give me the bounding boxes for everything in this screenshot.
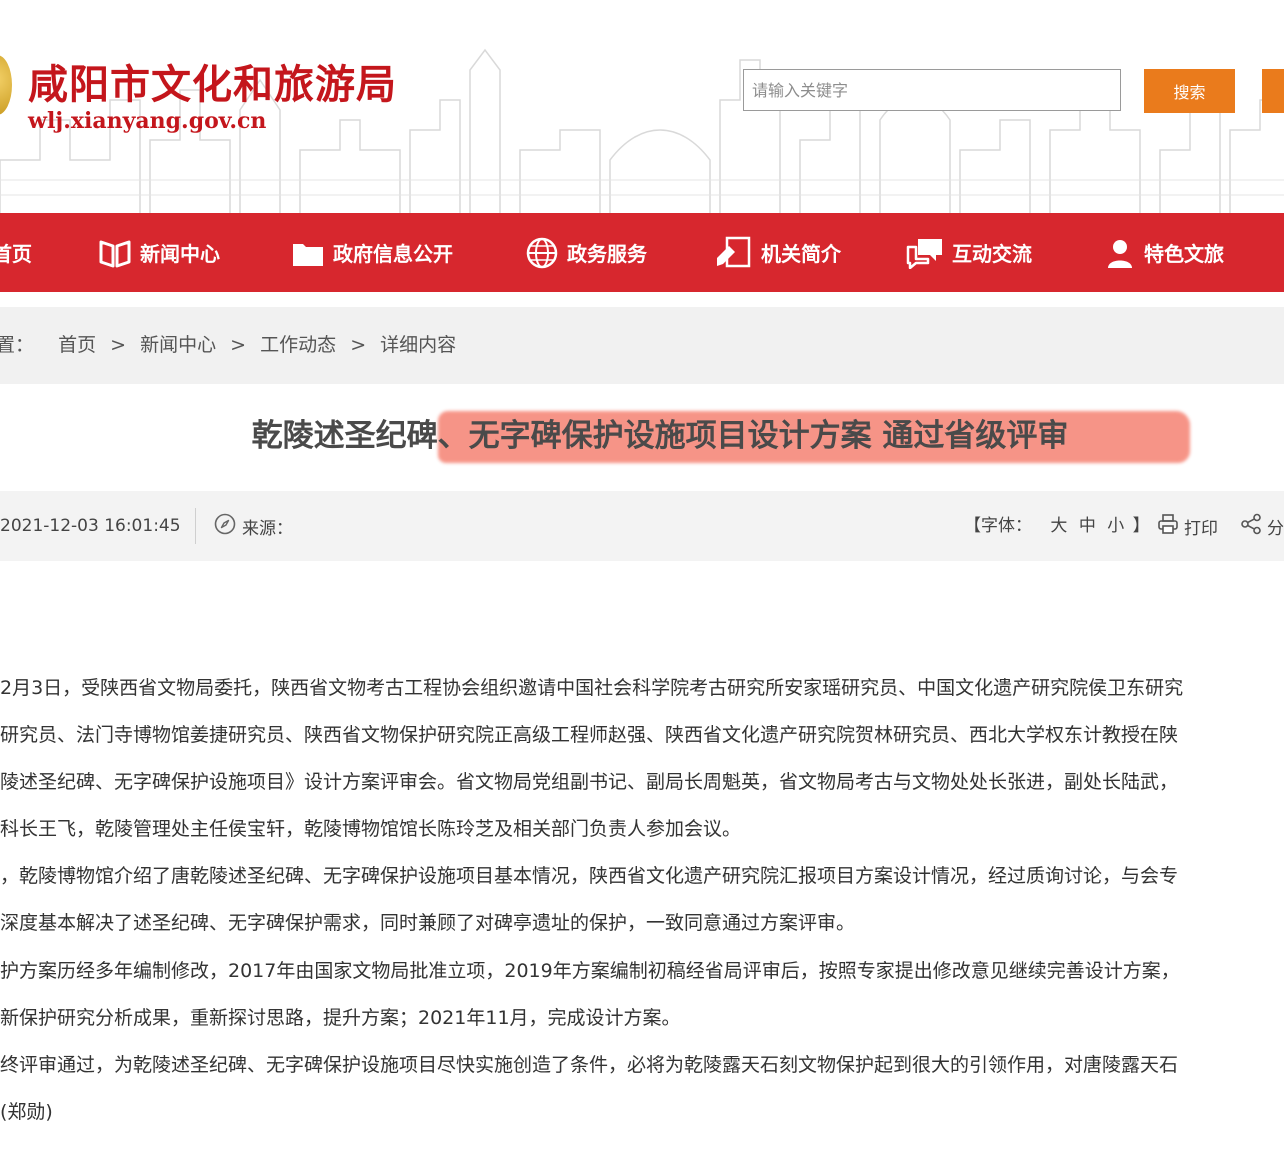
breadcrumb-separator: > [350,334,367,356]
nav-item-interaction[interactable]: 互动交流 [906,213,1032,292]
font-size-control: 【字体： 大 中 小 】 [964,491,1150,561]
folder-icon [291,238,325,268]
article-paragraph-line: 陵述圣纪碑、无字碑保护设施项目》设计方案评审会。省文物局党组副书记、副局长周魁英… [0,771,1179,793]
globe-icon [525,236,559,270]
article-paragraph-line: 科长王飞，乾陵管理处主任侯宝轩，乾陵博物馆馆长陈玲芝及相关部门负责人参加会议。 [0,818,742,840]
font-size-medium[interactable]: 中 [1079,516,1096,536]
search-input[interactable] [743,69,1121,111]
breadcrumb-separator: > [230,334,247,356]
search-button[interactable]: 搜索 [1144,69,1235,113]
article-paragraph-line: ，乾陵博物馆介绍了唐乾陵述圣纪碑、无字碑保护设施项目基本情况，陕西省文化遗产研究… [0,865,1179,887]
breadcrumb: 置： 首页 > 新闻中心 > 工作动态 > 详细内容 [0,307,456,384]
meta-divider [195,508,196,544]
site-url: wlj.xianyang.gov.cn [28,108,267,134]
nav-item-label: 政府信息公开 [333,242,453,266]
article-author: (郑勋) [0,1101,53,1123]
breadcrumb-home[interactable]: 首页 [58,334,96,356]
breadcrumb-prefix: 置： [0,334,35,356]
publish-datetime: 2021-12-03 16:01:45 [0,516,181,536]
font-size-close: 】 [1132,516,1150,536]
breadcrumb-news[interactable]: 新闻中心 [140,334,216,356]
person-icon [1104,237,1136,269]
advanced-search-button[interactable] [1262,69,1284,113]
document-pen-icon [715,236,753,270]
nav-item-label: 政务服务 [567,242,647,266]
nav-item-label: 首页 [0,242,32,266]
font-size-large[interactable]: 大 [1050,516,1067,536]
printer-icon [1157,513,1179,540]
article-paragraph-line: 研究员、法门寺博物馆姜捷研究员、陕西省文物保护研究院正高级工程师赵强、陕西省文化… [0,724,1179,746]
article-source: 来源： [214,491,293,561]
print-button[interactable]: 打印 [1157,491,1218,561]
chat-icon [906,237,944,269]
nav-item-label: 互动交流 [952,242,1032,266]
nav-item-services[interactable]: 政务服务 [525,213,647,292]
article-title: 乾陵述圣纪碑、无字碑保护设施项目设计方案 通过省级评审 [251,418,1069,454]
font-size-label: 【字体： [964,516,1032,536]
breadcrumb-separator: > [110,334,127,356]
breadcrumb-current: 详细内容 [380,334,457,356]
nav-item-culture-tourism[interactable]: 特色文旅 [1104,213,1224,292]
nav-item-about[interactable]: 机关简介 [715,213,841,292]
nav-item-label: 新闻中心 [140,242,220,266]
breadcrumb-work-news[interactable]: 工作动态 [260,334,336,356]
article-paragraph-line: 深度基本解决了述圣纪碑、无字碑保护需求，同时兼顾了对碑亭遗址的保护，一致同意通过… [0,912,856,934]
share-icon [1240,513,1262,540]
article-paragraph-line: 护方案历经多年编制修改，2017年由国家文物局批准立项，2019年方案编制初稿经… [0,960,1180,982]
nav-item-label: 特色文旅 [1144,242,1224,266]
article-meta-bar: 2021-12-03 16:01:45 来源： 【字体： 大 中 小 】 打印 … [0,491,1284,561]
article-paragraph-line: 终评审通过，为乾陵述圣纪碑、无字碑保护设施项目尽快实施创造了条件，必将为乾陵露天… [0,1054,1179,1076]
nav-item-label: 机关简介 [761,242,841,266]
share-button[interactable]: 分 [1240,491,1284,561]
source-label: 来源： [242,518,293,539]
nav-item-gov-info[interactable]: 政府信息公开 [291,213,453,292]
print-label: 打印 [1184,518,1218,539]
site-header: 咸阳市文化和旅游局 wlj.xianyang.gov.cn 搜索 [0,0,1284,213]
nav-item-home[interactable]: 首页 [0,213,32,292]
nav-item-news[interactable]: 新闻中心 [98,213,220,292]
book-icon [98,238,132,268]
article-paragraph-line: 2月3日，受陕西省文物局委托，陕西省文物考古工程协会组织邀请中国社会科学院考古研… [0,677,1184,699]
font-size-small[interactable]: 小 [1107,516,1124,536]
main-nav: 首页 新闻中心 政府信息公开 政务服务 机关简介 互动交流 特色文旅 [0,213,1284,292]
site-name: 咸阳市文化和旅游局 [28,61,397,108]
article-paragraph-line: 新保护研究分析成果，重新探讨思路，提升方案；2021年11月，完成设计方案。 [0,1007,681,1029]
compass-icon [214,513,236,540]
share-label: 分 [1267,518,1284,539]
breadcrumb-bar: 置： 首页 > 新闻中心 > 工作动态 > 详细内容 [0,307,1284,384]
